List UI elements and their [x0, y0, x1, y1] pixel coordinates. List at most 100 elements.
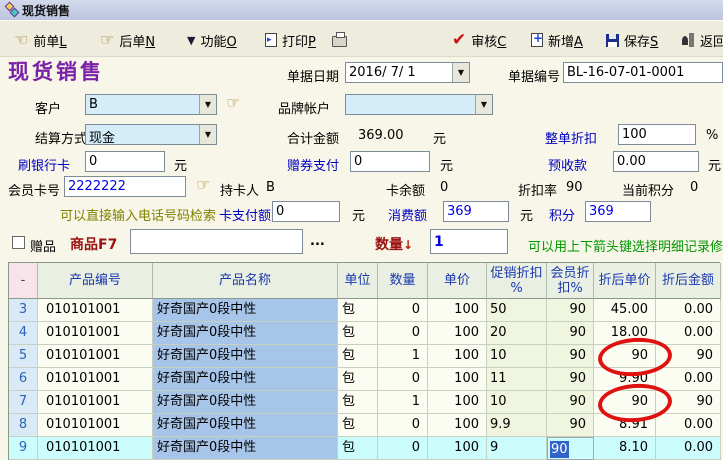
- cell-qty[interactable]: 1: [378, 391, 428, 414]
- member-card-input[interactable]: [64, 176, 186, 197]
- cell-num[interactable]: 8: [9, 414, 38, 437]
- brand-account-select[interactable]: ▼: [345, 94, 493, 115]
- cell-name[interactable]: 好奇国产0段中性: [153, 437, 338, 460]
- cell-promo[interactable]: 9.9: [487, 414, 547, 437]
- coupon-pay-input[interactable]: [350, 151, 430, 172]
- cell-name[interactable]: 好奇国产0段中性: [153, 391, 338, 414]
- cell-code[interactable]: 010101001: [38, 345, 153, 368]
- chevron-down-icon[interactable]: ▼: [199, 95, 216, 114]
- cell-qty[interactable]: 0: [378, 368, 428, 391]
- cell-damt[interactable]: 90: [656, 345, 721, 368]
- cell-price[interactable]: 100: [428, 299, 487, 322]
- cell-name[interactable]: 好奇国产0段中性: [153, 299, 338, 322]
- print-button[interactable]: 打印P: [265, 29, 316, 51]
- cell-price[interactable]: 100: [428, 437, 487, 460]
- consume-input[interactable]: [443, 201, 509, 222]
- cell-num[interactable]: 5: [9, 345, 38, 368]
- function-button[interactable]: ▼ 功能O: [187, 29, 237, 51]
- cell-dprice[interactable]: 18.00: [594, 322, 656, 345]
- ellipsis-label[interactable]: ...: [310, 234, 325, 249]
- column-header-price[interactable]: 单价: [428, 263, 487, 299]
- column-header-promo[interactable]: 促销折扣%: [487, 263, 547, 299]
- cell-num[interactable]: 7: [9, 391, 38, 414]
- cell-qty[interactable]: 0: [378, 414, 428, 437]
- settle-method-select[interactable]: 现金 ▼: [85, 124, 217, 145]
- chevron-down-icon[interactable]: ▼: [475, 95, 492, 114]
- cell-member[interactable]: 90: [547, 414, 594, 437]
- doc-date-select[interactable]: 2016/ 7/ 1 ▼: [345, 62, 470, 83]
- audit-button[interactable]: ✔ 审核C: [452, 29, 506, 51]
- cell-price[interactable]: 100: [428, 391, 487, 414]
- column-header-damt[interactable]: 折后金额: [656, 263, 721, 299]
- product-input[interactable]: [130, 229, 303, 254]
- new-button[interactable]: 新增A: [531, 29, 583, 51]
- cell-damt[interactable]: 0.00: [656, 368, 721, 391]
- cell-damt[interactable]: 0.00: [656, 414, 721, 437]
- cell-damt[interactable]: 0.00: [656, 322, 721, 345]
- cell-promo[interactable]: 9: [487, 437, 547, 460]
- column-header-member[interactable]: 会员折扣%: [547, 263, 594, 299]
- cell-member[interactable]: 90: [547, 437, 594, 460]
- cell-price[interactable]: 100: [428, 345, 487, 368]
- column-header-qty[interactable]: 数量: [378, 263, 428, 299]
- cell-promo[interactable]: 20: [487, 322, 547, 345]
- cell-member[interactable]: 90: [547, 345, 594, 368]
- cell-name[interactable]: 好奇国产0段中性: [153, 368, 338, 391]
- next-doc-button[interactable]: ☞ 后单N: [100, 29, 155, 51]
- cell-num[interactable]: 9: [9, 437, 38, 460]
- cell-price[interactable]: 100: [428, 322, 487, 345]
- cell-name[interactable]: 好奇国产0段中性: [153, 345, 338, 368]
- gift-checkbox[interactable]: [12, 236, 25, 249]
- cell-member[interactable]: 90: [547, 368, 594, 391]
- cell-num[interactable]: 3: [9, 299, 38, 322]
- chevron-down-icon[interactable]: ▼: [452, 63, 469, 82]
- cell-price[interactable]: 100: [428, 368, 487, 391]
- column-header-dprice[interactable]: 折后单价: [594, 263, 656, 299]
- cell-unit[interactable]: 包: [338, 299, 378, 322]
- cell-damt[interactable]: 0.00: [656, 437, 721, 460]
- cell-unit[interactable]: 包: [338, 391, 378, 414]
- doc-no-input[interactable]: [563, 62, 723, 83]
- quantity-input[interactable]: [430, 229, 508, 254]
- cell-unit[interactable]: 包: [338, 368, 378, 391]
- table-row-3[interactable]: 3010101001好奇国产0段中性包0100509045.000.00: [9, 299, 719, 322]
- cell-unit[interactable]: 包: [338, 345, 378, 368]
- cell-qty[interactable]: 0: [378, 299, 428, 322]
- column-header-num[interactable]: -: [9, 263, 38, 299]
- cell-member[interactable]: 90: [547, 299, 594, 322]
- prev-doc-button[interactable]: ☜ 前单L: [14, 29, 67, 51]
- customer-select[interactable]: B ▼: [85, 94, 217, 115]
- cell-dprice[interactable]: 8.91: [594, 414, 656, 437]
- cell-dprice[interactable]: 45.00: [594, 299, 656, 322]
- cell-promo[interactable]: 10: [487, 391, 547, 414]
- cell-promo[interactable]: 10: [487, 345, 547, 368]
- cell-num[interactable]: 4: [9, 322, 38, 345]
- table-row-8[interactable]: 8010101001好奇国产0段中性包01009.9908.910.00: [9, 414, 719, 437]
- table-row-6[interactable]: 6010101001好奇国产0段中性包010011909.900.00: [9, 368, 719, 391]
- column-header-code[interactable]: 产品编号: [38, 263, 153, 299]
- card-pay-input[interactable]: [272, 201, 340, 222]
- cell-unit[interactable]: 包: [338, 322, 378, 345]
- cell-unit[interactable]: 包: [338, 437, 378, 460]
- table-row-7[interactable]: 7010101001好奇国产0段中性包110010909090: [9, 391, 719, 414]
- cell-qty[interactable]: 1: [378, 345, 428, 368]
- cell-promo[interactable]: 50: [487, 299, 547, 322]
- table-row-9[interactable]: 9010101001好奇国产0段中性包01009908.100.00: [9, 437, 719, 460]
- cell-unit[interactable]: 包: [338, 414, 378, 437]
- table-row-5[interactable]: 5010101001好奇国产0段中性包110010909090: [9, 345, 719, 368]
- points-input[interactable]: [585, 201, 651, 222]
- printer-button[interactable]: [332, 29, 347, 51]
- cell-code[interactable]: 010101001: [38, 437, 153, 460]
- cell-qty[interactable]: 0: [378, 322, 428, 345]
- bank-card-input[interactable]: [85, 151, 165, 172]
- cell-member[interactable]: 90: [547, 322, 594, 345]
- cell-dprice[interactable]: 90: [594, 345, 656, 368]
- advance-input[interactable]: [613, 151, 699, 172]
- cell-code[interactable]: 010101001: [38, 368, 153, 391]
- cell-dprice[interactable]: 90: [594, 391, 656, 414]
- column-header-unit[interactable]: 单位: [338, 263, 378, 299]
- cell-code[interactable]: 010101001: [38, 322, 153, 345]
- hand-pointer-icon[interactable]: ☞: [226, 95, 240, 111]
- cell-code[interactable]: 010101001: [38, 299, 153, 322]
- cell-dprice[interactable]: 9.90: [594, 368, 656, 391]
